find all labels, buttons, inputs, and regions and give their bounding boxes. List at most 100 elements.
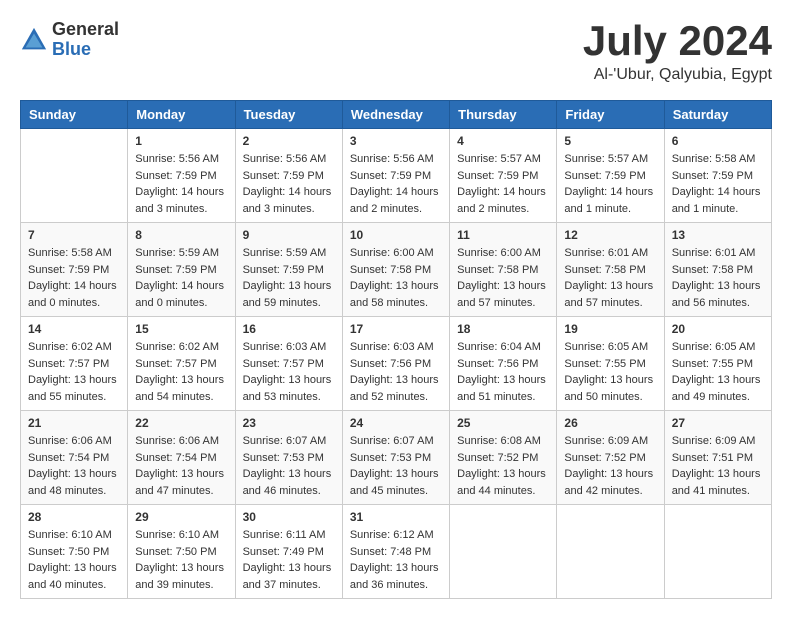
day-number: 14: [28, 322, 120, 336]
calendar-cell: [21, 129, 128, 223]
header-day-saturday: Saturday: [664, 101, 771, 129]
calendar-cell: 22Sunrise: 6:06 AMSunset: 7:54 PMDayligh…: [128, 411, 235, 505]
day-number: 16: [243, 322, 335, 336]
logo: General Blue: [20, 20, 119, 60]
day-info: Sunrise: 6:07 AMSunset: 7:53 PMDaylight:…: [350, 433, 442, 499]
calendar-cell: 12 Sunrise: 6:01 AMSunset: 7:58 PMDayligh…: [557, 223, 664, 317]
day-number: 15: [135, 322, 227, 336]
header-day-thursday: Thursday: [450, 101, 557, 129]
header-day-monday: Monday: [128, 101, 235, 129]
logo-blue-text: Blue: [52, 40, 119, 60]
calendar-week-1: 1 Sunrise: 5:56 AMSunset: 7:59 PMDaylight…: [21, 129, 772, 223]
day-info: Sunrise: 5:56 AMSunset: 7:59 PMDaylight:…: [135, 151, 227, 217]
header-day-friday: Friday: [557, 101, 664, 129]
calendar-cell: 23Sunrise: 6:07 AMSunset: 7:53 PMDayligh…: [235, 411, 342, 505]
day-number: 29: [135, 510, 227, 524]
day-info: Sunrise: 6:03 AMSunset: 7:56 PMDaylight:…: [350, 339, 442, 405]
calendar-cell: 15 Sunrise: 6:02 AMSunset: 7:57 PMDayligh…: [128, 317, 235, 411]
calendar-week-5: 28 Sunrise: 6:10 AMSunset: 7:50 PMDayligh…: [21, 505, 772, 599]
calendar-cell: 16 Sunrise: 6:03 AMSunset: 7:57 PMDayligh…: [235, 317, 342, 411]
location-title: Al-'Ubur, Qalyubia, Egypt: [583, 66, 772, 84]
day-info: Sunrise: 6:02 AMSunset: 7:57 PMDaylight:…: [135, 339, 227, 405]
day-number: 18: [457, 322, 549, 336]
day-info: Sunrise: 6:07 AMSunset: 7:53 PMDaylight:…: [243, 433, 335, 499]
day-number: 24: [350, 416, 442, 430]
page-header: General Blue July 2024 Al-'Ubur, Qalyubi…: [20, 20, 772, 84]
month-title: July 2024: [583, 20, 772, 62]
calendar-cell: [557, 505, 664, 599]
calendar-cell: 28 Sunrise: 6:10 AMSunset: 7:50 PMDayligh…: [21, 505, 128, 599]
day-number: 10: [350, 228, 442, 242]
day-number: 7: [28, 228, 120, 242]
calendar-week-4: 21 Sunrise: 6:06 AMSunset: 7:54 PMDayligh…: [21, 411, 772, 505]
day-number: 13: [672, 228, 764, 242]
calendar-cell: 6Sunrise: 5:58 AMSunset: 7:59 PMDaylight…: [664, 129, 771, 223]
day-number: 31: [350, 510, 442, 524]
calendar-cell: [664, 505, 771, 599]
title-section: July 2024 Al-'Ubur, Qalyubia, Egypt: [583, 20, 772, 84]
day-info: Sunrise: 6:12 AMSunset: 7:48 PMDaylight:…: [350, 527, 442, 593]
day-info: Sunrise: 6:10 AMSunset: 7:50 PMDaylight:…: [135, 527, 227, 593]
day-info: Sunrise: 5:56 AMSunset: 7:59 PMDaylight:…: [243, 151, 335, 217]
calendar-cell: 31 Sunrise: 6:12 AMSunset: 7:48 PMDayligh…: [342, 505, 449, 599]
calendar-cell: 24 Sunrise: 6:07 AMSunset: 7:53 PMDayligh…: [342, 411, 449, 505]
day-info: Sunrise: 6:03 AMSunset: 7:57 PMDaylight:…: [243, 339, 335, 405]
calendar-cell: 20 Sunrise: 6:05 AMSunset: 7:55 PMDayligh…: [664, 317, 771, 411]
day-number: 25: [457, 416, 549, 430]
calendar-cell: 27 Sunrise: 6:09 AMSunset: 7:51 PMDayligh…: [664, 411, 771, 505]
calendar-week-2: 7Sunrise: 5:58 AMSunset: 7:59 PMDaylight…: [21, 223, 772, 317]
day-info: Sunrise: 6:05 AMSunset: 7:55 PMDaylight:…: [672, 339, 764, 405]
day-info: Sunrise: 6:10 AMSunset: 7:50 PMDaylight:…: [28, 527, 120, 593]
day-number: 1: [135, 134, 227, 148]
calendar-cell: 14 Sunrise: 6:02 AMSunset: 7:57 PMDayligh…: [21, 317, 128, 411]
day-number: 2: [243, 134, 335, 148]
day-number: 20: [672, 322, 764, 336]
day-number: 27: [672, 416, 764, 430]
calendar-table: SundayMondayTuesdayWednesdayThursdayFrid…: [20, 100, 772, 599]
calendar-cell: 10 Sunrise: 6:00 AMSunset: 7:58 PMDayligh…: [342, 223, 449, 317]
day-number: 8: [135, 228, 227, 242]
header-day-wednesday: Wednesday: [342, 101, 449, 129]
calendar-cell: 11 Sunrise: 6:00 AMSunset: 7:58 PMDayligh…: [450, 223, 557, 317]
calendar-cell: 4 Sunrise: 5:57 AMSunset: 7:59 PMDaylight…: [450, 129, 557, 223]
calendar-cell: 30 Sunrise: 6:11 AMSunset: 7:49 PMDayligh…: [235, 505, 342, 599]
day-number: 19: [564, 322, 656, 336]
day-info: Sunrise: 6:00 AMSunset: 7:58 PMDaylight:…: [457, 245, 549, 311]
day-info: Sunrise: 6:05 AMSunset: 7:55 PMDaylight:…: [564, 339, 656, 405]
day-info: Sunrise: 6:11 AMSunset: 7:49 PMDaylight:…: [243, 527, 335, 593]
day-number: 30: [243, 510, 335, 524]
day-info: Sunrise: 6:09 AMSunset: 7:52 PMDaylight:…: [564, 433, 656, 499]
day-info: Sunrise: 6:02 AMSunset: 7:57 PMDaylight:…: [28, 339, 120, 405]
calendar-cell: 8Sunrise: 5:59 AMSunset: 7:59 PMDaylight…: [128, 223, 235, 317]
calendar-cell: 25 Sunrise: 6:08 AMSunset: 7:52 PMDayligh…: [450, 411, 557, 505]
day-number: 4: [457, 134, 549, 148]
calendar-week-3: 14 Sunrise: 6:02 AMSunset: 7:57 PMDayligh…: [21, 317, 772, 411]
calendar-cell: 2 Sunrise: 5:56 AMSunset: 7:59 PMDaylight…: [235, 129, 342, 223]
day-info: Sunrise: 6:08 AMSunset: 7:52 PMDaylight:…: [457, 433, 549, 499]
day-info: Sunrise: 6:01 AMSunset: 7:58 PMDaylight:…: [564, 245, 656, 311]
day-info: Sunrise: 5:57 AMSunset: 7:59 PMDaylight:…: [457, 151, 549, 217]
day-info: Sunrise: 5:58 AMSunset: 7:59 PMDaylight:…: [672, 151, 764, 217]
day-info: Sunrise: 6:00 AMSunset: 7:58 PMDaylight:…: [350, 245, 442, 311]
calendar-cell: 26 Sunrise: 6:09 AMSunset: 7:52 PMDayligh…: [557, 411, 664, 505]
header-day-tuesday: Tuesday: [235, 101, 342, 129]
day-number: 21: [28, 416, 120, 430]
day-number: 22: [135, 416, 227, 430]
day-info: Sunrise: 6:09 AMSunset: 7:51 PMDaylight:…: [672, 433, 764, 499]
day-number: 3: [350, 134, 442, 148]
day-info: Sunrise: 6:06 AMSunset: 7:54 PMDaylight:…: [28, 433, 120, 499]
calendar-cell: 3Sunrise: 5:56 AMSunset: 7:59 PMDaylight…: [342, 129, 449, 223]
day-number: 11: [457, 228, 549, 242]
day-info: Sunrise: 6:04 AMSunset: 7:56 PMDaylight:…: [457, 339, 549, 405]
day-number: 12: [564, 228, 656, 242]
calendar-header-row: SundayMondayTuesdayWednesdayThursdayFrid…: [21, 101, 772, 129]
calendar-cell: 21 Sunrise: 6:06 AMSunset: 7:54 PMDayligh…: [21, 411, 128, 505]
day-info: Sunrise: 6:01 AMSunset: 7:58 PMDaylight:…: [672, 245, 764, 311]
day-number: 28: [28, 510, 120, 524]
calendar-cell: 19 Sunrise: 6:05 AMSunset: 7:55 PMDayligh…: [557, 317, 664, 411]
calendar-cell: 1 Sunrise: 5:56 AMSunset: 7:59 PMDaylight…: [128, 129, 235, 223]
day-number: 9: [243, 228, 335, 242]
calendar-cell: [450, 505, 557, 599]
logo-general-text: General: [52, 20, 119, 40]
day-number: 26: [564, 416, 656, 430]
